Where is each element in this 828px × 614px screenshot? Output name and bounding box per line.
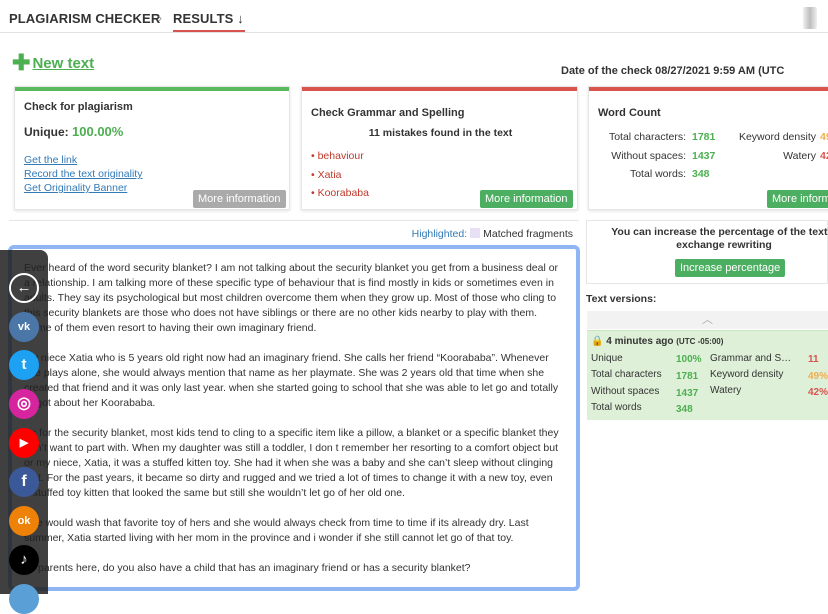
tiktok-icon[interactable]: ♪ xyxy=(9,545,39,575)
wc-value: 49 xyxy=(820,131,828,143)
unique-row: Unique: 100.00% xyxy=(24,124,123,139)
version-label: Total characters xyxy=(591,369,662,380)
highlighted-label: Highlighted: xyxy=(411,228,468,240)
check-date: Date of the check 08/27/2021 9:59 AM (UT… xyxy=(561,65,785,77)
text-paragraph: She would wash that favorite toy of hers… xyxy=(24,517,529,544)
grammar-card: Check Grammar and Spelling 11 mistakes f… xyxy=(301,86,578,210)
wordcount-more-info-button[interactable]: More inform xyxy=(767,190,828,208)
wc-value: 1781 xyxy=(692,131,716,143)
scrollbar-thumb[interactable] xyxy=(803,7,817,29)
checked-text: Ever heard of the word security blanket?… xyxy=(24,261,560,587)
chevron-up-icon: ︿ xyxy=(702,314,713,326)
wc-label: Total characters: xyxy=(608,131,686,143)
version-time: 4 minutes ago xyxy=(606,336,674,347)
mistake-item[interactable]: • Xatia xyxy=(311,169,342,181)
increase-percentage-button[interactable]: Increase percentage xyxy=(675,259,786,277)
unique-label: Unique: xyxy=(24,125,69,139)
version-label: Keyword density xyxy=(710,369,784,380)
originality-banner-link[interactable]: Get Originality Banner xyxy=(24,182,127,194)
increase-text: You can increase the percentage of the t… xyxy=(611,226,828,251)
mistakes-summary: 11 mistakes found in the text xyxy=(368,127,513,139)
lock-icon: 🔒 xyxy=(591,336,604,347)
wc-value: 1437 xyxy=(692,150,716,162)
text-version-card[interactable]: 🔒 4 minutes ago (UTC -05:00) Unique 100%… xyxy=(587,330,828,420)
wc-value: 42 xyxy=(820,150,828,162)
wc-value: 348 xyxy=(692,168,710,180)
odnoklassniki-icon[interactable]: ok xyxy=(9,506,39,536)
grammar-more-info-button[interactable]: More information xyxy=(480,190,573,208)
highlight-legend-bar: Highlighted: Matched fragments xyxy=(9,220,579,244)
text-paragraph: Ever heard of the word security blanket?… xyxy=(24,262,559,334)
mistake-item[interactable]: • behaviour xyxy=(311,150,364,162)
get-link[interactable]: Get the link xyxy=(24,154,77,166)
mistake-item[interactable]: • Koorababa xyxy=(311,187,369,199)
version-value: 49% xyxy=(808,371,828,382)
text-paragraph: To parents here, do you also have a chil… xyxy=(24,562,471,574)
version-label: Watery xyxy=(710,385,742,396)
card-accent-bar xyxy=(302,87,577,91)
version-value: 100% xyxy=(676,354,702,365)
version-label: Grammar and S… xyxy=(710,353,792,364)
new-text-link[interactable]: ✚ New text xyxy=(12,50,95,75)
highlight-legend: Highlighted: Matched fragments xyxy=(412,228,573,240)
version-value: 1781 xyxy=(676,371,699,382)
youtube-icon[interactable]: ▶ xyxy=(9,428,39,458)
version-label: Total words xyxy=(591,402,642,413)
card-title: Check Grammar and Spelling xyxy=(311,107,465,119)
text-versions-title: Text versions: xyxy=(586,293,657,305)
plagiarism-card: Check for plagiarism Unique: 100.00% Get… xyxy=(14,86,290,210)
version-timezone: (UTC -05:00) xyxy=(676,337,724,346)
increase-percentage-box: You can increase the percentage of the t… xyxy=(586,220,828,284)
active-step-underline xyxy=(173,30,245,32)
version-label: Without spaces xyxy=(591,386,660,397)
version-value: 42% xyxy=(808,387,828,398)
version-value: 348 xyxy=(676,404,693,415)
matched-swatch xyxy=(470,228,481,238)
card-title: Word Count xyxy=(598,107,661,119)
breadcrumb-separator-icon: › xyxy=(158,11,162,25)
text-paragraph: My niece Xatia who is 5 years old right … xyxy=(24,352,559,409)
version-value: 1437 xyxy=(676,388,699,399)
card-title: Check for plagiarism xyxy=(24,101,133,113)
twitter-icon[interactable]: t xyxy=(9,350,39,380)
new-text-label: New text xyxy=(32,55,95,72)
card-accent-bar xyxy=(589,87,828,91)
instagram-icon[interactable]: ◎ xyxy=(9,389,39,419)
back-arrow-icon[interactable]: ← xyxy=(9,273,39,303)
card-accent-bar xyxy=(15,87,289,91)
wc-label: Without spaces: xyxy=(611,150,686,162)
facebook-icon[interactable]: f xyxy=(9,467,39,497)
text-paragraph: As for the security blanket, most kids t… xyxy=(24,427,559,499)
wc-label: Total words: xyxy=(629,168,686,180)
version-header: 🔒 4 minutes ago (UTC -05:00) xyxy=(591,336,723,347)
vk-icon[interactable]: vk xyxy=(9,312,39,342)
share-icon[interactable] xyxy=(9,584,39,614)
breadcrumb-results[interactable]: RESULTS ↓ xyxy=(173,11,244,26)
plagiarism-more-info-button[interactable]: More information xyxy=(193,190,286,208)
collapse-versions-button[interactable]: ︿ xyxy=(587,311,828,329)
record-originality-link[interactable]: Record the text originality xyxy=(24,168,142,180)
unique-value: 100.00% xyxy=(72,124,124,139)
wc-label: Keyword density xyxy=(738,131,816,143)
breadcrumb: PLAGIARISM CHECKER › RESULTS ↓ xyxy=(0,0,828,33)
version-value: 11 xyxy=(808,354,819,365)
breadcrumb-plagiarism-checker[interactable]: PLAGIARISM CHECKER xyxy=(9,11,160,26)
wc-label: Watery xyxy=(783,150,816,162)
matched-fragments-label: Matched fragments xyxy=(483,228,573,240)
checked-text-box[interactable]: Ever heard of the word security blanket?… xyxy=(8,245,580,591)
social-share-bar: ← vk t ◎ ▶ f ok ♪ xyxy=(0,250,48,614)
word-count-card: Word Count Total characters: 1781 Withou… xyxy=(588,86,828,210)
version-label: Unique xyxy=(591,353,623,364)
plus-icon: ✚ xyxy=(12,50,31,75)
